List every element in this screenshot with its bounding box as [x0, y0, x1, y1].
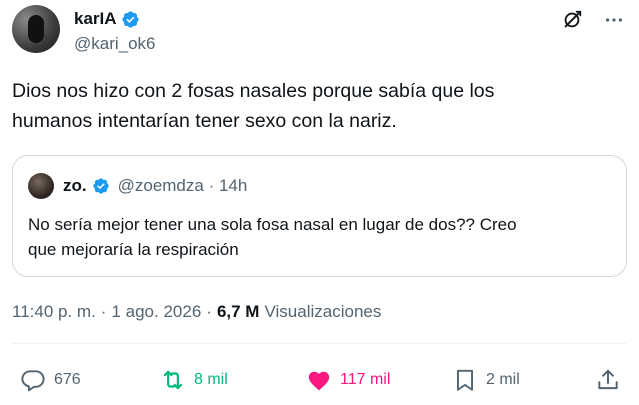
meta-separator: · [206, 302, 212, 321]
display-name-row: karIA [74, 7, 156, 31]
header-actions [561, 9, 625, 31]
reply-icon [21, 370, 45, 392]
quoted-tweet-text: No sería mejor tener una sola fosa nasal… [28, 212, 618, 262]
more-options-icon[interactable] [603, 9, 625, 31]
bookmark-button[interactable]: 2 mil [452, 362, 520, 398]
tweet-time[interactable]: 11:40 p. m. [12, 302, 96, 322]
repost-button[interactable]: 8 mil [160, 362, 228, 398]
quoted-tweet[interactable]: zo. @zoemdza · 14h No sería mejor tener … [12, 155, 627, 277]
repost-icon [163, 370, 183, 390]
divider [12, 343, 627, 344]
action-bar: 676 8 mil 117 mil 2 mil [12, 362, 627, 398]
tweet-date[interactable]: 1 ago. 2026 [111, 302, 201, 322]
verified-badge-icon [121, 10, 139, 28]
tweet-meta: 11:40 p. m. · 1 ago. 2026 · 6,7 M Visual… [12, 302, 381, 322]
grok-icon[interactable] [561, 9, 583, 31]
quoted-text-line: No sería mejor tener una sola fosa nasal… [28, 215, 517, 234]
like-count: 117 mil [340, 371, 391, 388]
quoted-author-display-name: zo. [63, 176, 87, 195]
author-avatar[interactable] [12, 5, 60, 53]
share-button[interactable] [595, 362, 621, 398]
quoted-tweet-header: zo. @zoemdza · 14h [28, 173, 248, 199]
bookmark-icon [456, 369, 474, 391]
heart-icon [308, 371, 330, 391]
tweet-header: karIA @kari_ok6 [12, 5, 627, 61]
meta-separator: · [100, 302, 107, 321]
tweet-text-line: Dios nos hizo con 2 fosas nasales porque… [12, 80, 495, 102]
reply-button[interactable]: 676 [20, 362, 81, 398]
reply-count: 676 [54, 371, 81, 388]
repost-count: 8 mil [194, 371, 228, 388]
verified-badge-icon [92, 178, 109, 194]
share-icon [598, 369, 618, 390]
quoted-text-line: que mejoraría la respiración [28, 240, 239, 259]
views-count: 6,7 M [216, 302, 260, 321]
author-names: karIA @kari_ok6 [74, 7, 156, 54]
author-display-name[interactable]: karIA [74, 9, 117, 29]
quoted-author-handle: @zoemdza · 14h [117, 176, 248, 195]
quoted-author-avatar [28, 173, 54, 199]
tweet-text-line: humanos intentarían tener sexo con la na… [12, 110, 397, 132]
tweet-text: Dios nos hizo con 2 fosas nasales porque… [12, 76, 622, 136]
author-handle[interactable]: @kari_ok6 [74, 34, 156, 54]
views-label: Visualizaciones [264, 302, 382, 321]
bookmark-count: 2 mil [486, 371, 520, 388]
like-button[interactable]: 117 mil [306, 362, 390, 398]
